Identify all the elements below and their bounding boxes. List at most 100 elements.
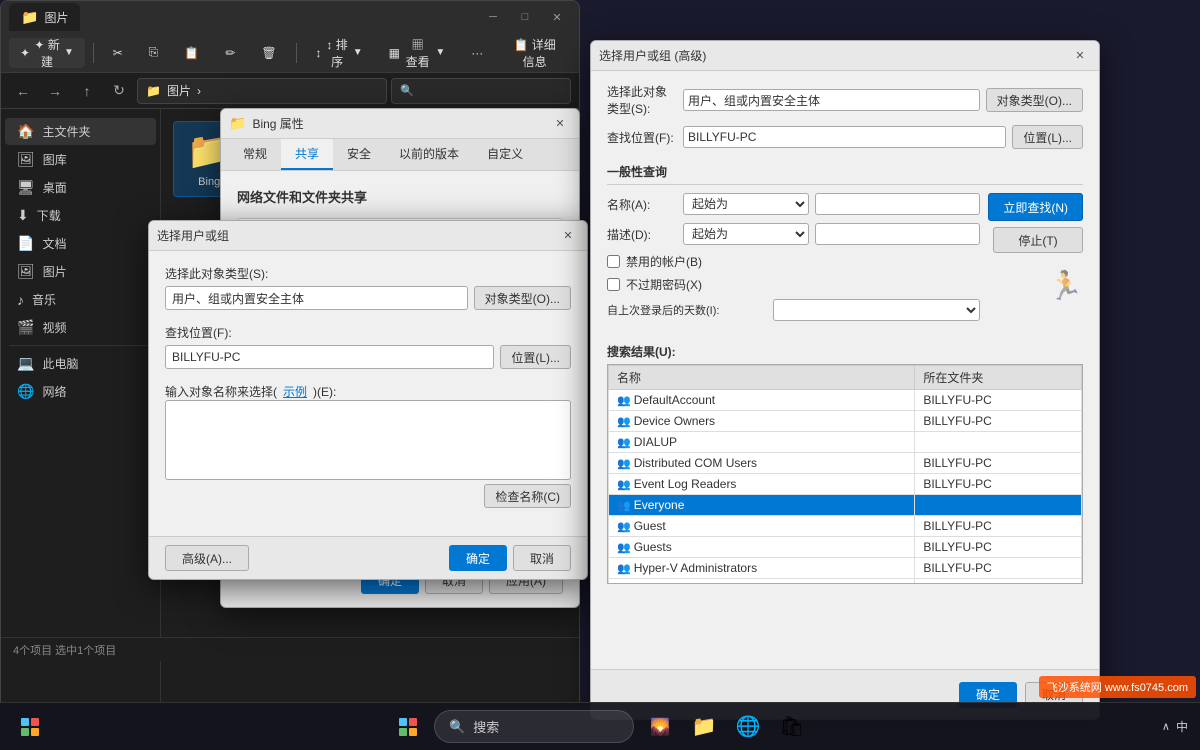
results-scroll-area[interactable]: 名称 所在文件夹 👥DefaultAccountBILLYFU-PC👥Devic… bbox=[607, 364, 1083, 584]
table-row[interactable]: 👥Hyper-V AdministratorsBILLYFU-PC bbox=[609, 558, 1082, 579]
minimize-button[interactable]: ─ bbox=[479, 7, 507, 27]
table-row[interactable]: 👥Event Log ReadersBILLYFU-PC bbox=[609, 474, 1082, 495]
address-path[interactable]: 📁 图片 › bbox=[137, 78, 387, 104]
object-type-button[interactable]: 对象类型(O)... bbox=[474, 286, 571, 310]
check-name-button[interactable]: 检查名称(C) bbox=[484, 484, 571, 508]
bing-dialog-controls: ✕ bbox=[549, 114, 571, 134]
sidebar-item-documents[interactable]: 📄 文档 bbox=[5, 230, 156, 257]
taskbar-right: ∧ 中 bbox=[1162, 718, 1188, 735]
adv-days-select[interactable] bbox=[773, 299, 980, 321]
location-input[interactable] bbox=[165, 345, 494, 369]
delete-button[interactable]: 🗑 bbox=[250, 38, 287, 68]
table-row[interactable]: 👥GuestsBILLYFU-PC bbox=[609, 537, 1082, 558]
refresh-button[interactable]: ↻ bbox=[105, 77, 133, 105]
result-name-cell: 👥Hyper-V Administrators bbox=[609, 558, 915, 579]
desktop-icon: 🖥 bbox=[17, 179, 35, 196]
table-row[interactable]: 👥Device OwnersBILLYFU-PC bbox=[609, 411, 1082, 432]
bing-dialog-close[interactable]: ✕ bbox=[549, 114, 571, 134]
rename-button[interactable]: ✏ bbox=[214, 38, 246, 68]
tab-custom[interactable]: 自定义 bbox=[473, 139, 537, 170]
sort-button[interactable]: ↕ ↕ 排序 ▼ bbox=[304, 38, 373, 68]
sidebar-item-home[interactable]: 🏠 主文件夹 bbox=[5, 118, 156, 145]
result-name-cell: 👥Guest bbox=[609, 516, 915, 537]
sidebar-item-pc[interactable]: 💻 此电脑 bbox=[5, 350, 156, 377]
adv-object-type-button[interactable]: 对象类型(O)... bbox=[986, 88, 1083, 112]
taskbar-task-view[interactable]: 🌄 bbox=[642, 709, 678, 745]
adv-location-button[interactable]: 位置(L)... bbox=[1012, 125, 1083, 149]
sidebar-item-downloads[interactable]: ⬇ 下载 bbox=[5, 202, 156, 229]
music-icon: ♪ bbox=[17, 292, 24, 308]
address-search[interactable]: 🔍 bbox=[391, 78, 571, 104]
sidebar-item-music[interactable]: ♪ 音乐 bbox=[5, 286, 156, 313]
adv-location-row: 查找位置(F): 位置(L)... bbox=[607, 125, 1083, 149]
start-button[interactable] bbox=[12, 709, 48, 745]
object-name-textarea[interactable] bbox=[165, 400, 571, 480]
find-now-button[interactable]: 立即查找(N) bbox=[988, 193, 1083, 221]
table-row[interactable]: 👥DefaultAccountBILLYFU-PC bbox=[609, 390, 1082, 411]
adv-desc-filter[interactable]: 起始为 bbox=[683, 223, 809, 245]
table-row[interactable]: 👥IIS_IUSRSBILLYFU-PC bbox=[609, 579, 1082, 585]
adv-results-section: 搜索结果(U): 名称 所在文件夹 👥DefaultAccountBILLYFU… bbox=[607, 343, 1083, 584]
close-button[interactable]: ✕ bbox=[543, 7, 571, 27]
paste-button[interactable]: 📋 bbox=[173, 38, 210, 68]
disabled-accounts-checkbox[interactable] bbox=[607, 255, 620, 268]
taskbar-start[interactable] bbox=[390, 709, 426, 745]
advanced-dialog-controls: ✕ bbox=[1069, 46, 1091, 66]
table-row[interactable]: 👥Distributed COM UsersBILLYFU-PC bbox=[609, 453, 1082, 474]
details-button[interactable]: 📋 详细信息 bbox=[498, 38, 571, 68]
result-location-cell bbox=[915, 432, 1082, 453]
tab-previous[interactable]: 以前的版本 bbox=[385, 139, 473, 170]
example-link[interactable]: 示例 bbox=[283, 383, 307, 400]
location-group: 查找位置(F): 位置(L)... bbox=[165, 324, 571, 369]
object-type-input[interactable] bbox=[165, 286, 468, 310]
sidebar-item-gallery[interactable]: 🖼 图库 bbox=[5, 146, 156, 173]
advanced-dialog-close[interactable]: ✕ bbox=[1069, 46, 1091, 66]
adv-name-input[interactable] bbox=[815, 193, 980, 215]
sidebar-item-desktop[interactable]: 🖥 桌面 bbox=[5, 174, 156, 201]
address-bar: ← → ↑ ↻ 📁 图片 › 🔍 bbox=[1, 73, 579, 109]
select-user-cancel[interactable]: 取消 bbox=[513, 545, 571, 571]
adv-name-row: 名称(A): 起始为 bbox=[607, 193, 980, 215]
up-button[interactable]: ↑ bbox=[73, 77, 101, 105]
search-running-icon: 🏃 bbox=[1048, 269, 1083, 302]
tab-sharing[interactable]: 共享 bbox=[281, 139, 333, 170]
taskbar-store[interactable]: 🛍 bbox=[774, 709, 810, 745]
taskbar-search[interactable]: 🔍 搜索 bbox=[434, 710, 634, 743]
sidebar-item-videos[interactable]: 🎬 视频 bbox=[5, 314, 156, 341]
home-icon: 🏠 bbox=[17, 123, 34, 140]
select-user-close[interactable]: ✕ bbox=[557, 226, 579, 246]
more-button[interactable]: ··· bbox=[460, 38, 494, 68]
adv-desc-input[interactable] bbox=[815, 223, 980, 245]
view-button[interactable]: ▦ ▦ 查看 ▼ bbox=[378, 38, 457, 68]
explorer-tab[interactable]: 📁 图片 bbox=[9, 3, 80, 31]
tab-security[interactable]: 安全 bbox=[333, 139, 385, 170]
select-user-ok[interactable]: 确定 bbox=[449, 545, 507, 571]
back-button[interactable]: ← bbox=[9, 77, 37, 105]
sidebar-item-music-label: 音乐 bbox=[32, 291, 56, 308]
no-expire-checkbox[interactable] bbox=[607, 278, 620, 291]
new-button[interactable]: ✦ ✦ 新建 ▼ bbox=[9, 38, 85, 68]
adv-location-input[interactable] bbox=[683, 126, 1006, 148]
table-row[interactable]: 👥GuestBILLYFU-PC bbox=[609, 516, 1082, 537]
forward-button[interactable]: → bbox=[41, 77, 69, 105]
taskbar: 🔍 搜索 🌄 📁 🌐 🛍 ∧ 中 bbox=[0, 702, 1200, 750]
sidebar-item-pictures[interactable]: 🖼 图片 bbox=[5, 258, 156, 285]
table-row[interactable]: 👥Everyone bbox=[609, 495, 1082, 516]
tab-general[interactable]: 常规 bbox=[229, 139, 281, 170]
advanced-button[interactable]: 高级(A)... bbox=[165, 545, 249, 571]
adv-name-filter[interactable]: 起始为 bbox=[683, 193, 809, 215]
select-user-titlebar: 选择用户或组 ✕ bbox=[149, 221, 587, 251]
copy-button[interactable]: ⎘ bbox=[138, 38, 170, 68]
taskbar-explorer[interactable]: 📁 bbox=[686, 709, 722, 745]
taskbar-edge[interactable]: 🌐 bbox=[730, 709, 766, 745]
adv-disabled-row: 禁用的帐户(B) bbox=[607, 253, 980, 270]
adv-object-type-input[interactable] bbox=[683, 89, 980, 111]
location-button[interactable]: 位置(L)... bbox=[500, 345, 571, 369]
cut-button[interactable]: ✂ bbox=[102, 38, 134, 68]
maximize-button[interactable]: □ bbox=[511, 7, 539, 27]
adv-query-area: 名称(A): 起始为 描述(D): 起始为 bbox=[607, 193, 1083, 329]
sidebar-item-network[interactable]: 🌐 网络 bbox=[5, 378, 156, 405]
adv-days-row: 自上次登录后的天数(I): bbox=[607, 299, 980, 321]
stop-button[interactable]: 停止(T) bbox=[993, 227, 1083, 253]
table-row[interactable]: 👥DIALUP bbox=[609, 432, 1082, 453]
